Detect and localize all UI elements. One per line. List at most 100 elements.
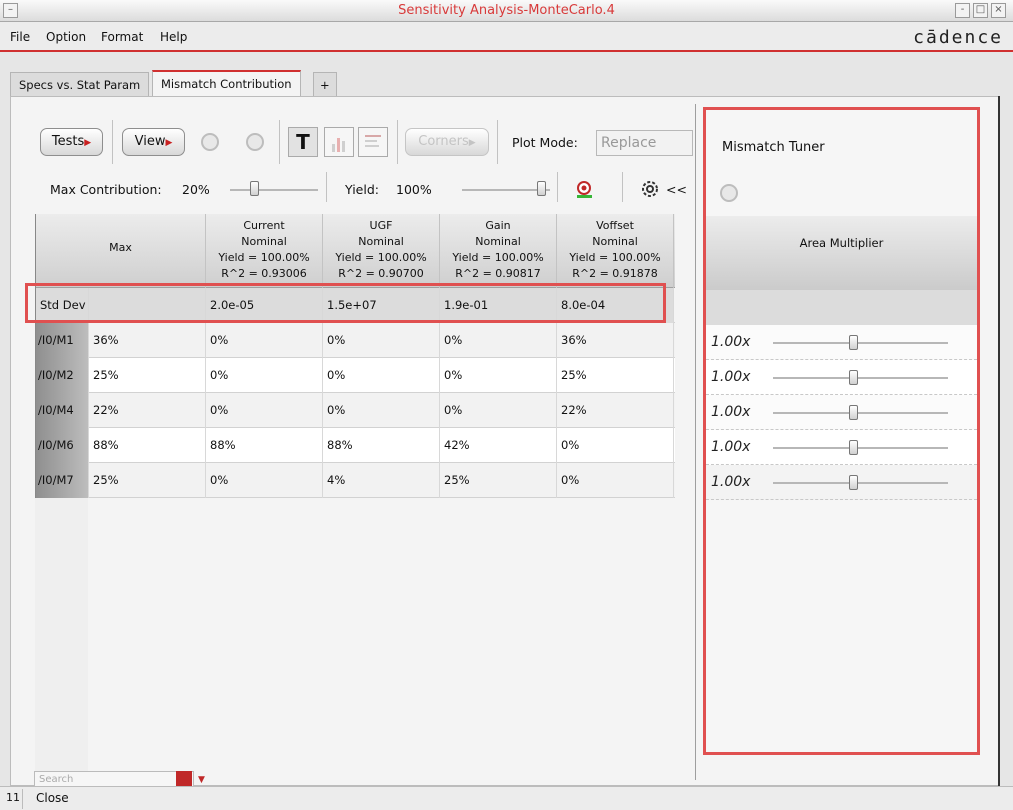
col-header-line: Current bbox=[243, 219, 285, 232]
view-button[interactable]: View▶ bbox=[122, 128, 185, 156]
col-header-ugf[interactable]: UGF Nominal Yield = 100.00% R^2 = 0.9070… bbox=[323, 214, 440, 288]
col-header-line: Yield = 100.00% bbox=[218, 251, 310, 264]
table-row[interactable]: /I0/M2 25% 0% 0% 0% 25% bbox=[36, 358, 675, 393]
window-title: Sensitivity Analysis-MonteCarlo.4 bbox=[398, 3, 615, 18]
tab-specs-vs-stat-param[interactable]: Specs vs. Stat Param bbox=[10, 72, 150, 96]
col-header-max[interactable]: Max bbox=[36, 214, 206, 288]
area-multiplier-slider[interactable] bbox=[773, 377, 948, 379]
col-header-line: Yield = 100.00% bbox=[335, 251, 427, 264]
menu-file[interactable]: File bbox=[10, 30, 30, 44]
tuner-row: 1.00x bbox=[706, 360, 977, 395]
tests-button[interactable]: Tests▶ bbox=[40, 128, 103, 156]
col-header-line: R^2 = 0.90700 bbox=[338, 267, 424, 280]
corners-button[interactable]: Corners▶ bbox=[405, 128, 489, 156]
minimize-icon[interactable]: - bbox=[955, 3, 970, 18]
bar-chart-view-toggle[interactable] bbox=[324, 127, 354, 157]
table-row[interactable]: /I0/M4 22% 0% 0% 0% 22% bbox=[36, 393, 675, 428]
cadence-logo: cādence bbox=[913, 27, 1003, 48]
add-tab-button[interactable]: + bbox=[313, 72, 337, 96]
area-multiplier-slider-thumb[interactable] bbox=[849, 370, 858, 385]
area-multiplier-header: Area Multiplier bbox=[706, 216, 977, 290]
table-row[interactable]: /I0/M1 36% 0% 0% 0% 36% bbox=[36, 323, 675, 358]
table-cell: 88% bbox=[206, 428, 323, 463]
area-multiplier-value: 1.00x bbox=[711, 404, 751, 420]
col-header-line: Nominal bbox=[358, 235, 404, 248]
menu-bar: File Option Format Help cādence bbox=[0, 22, 1013, 52]
col-header-line: Nominal bbox=[592, 235, 638, 248]
separator bbox=[497, 120, 498, 164]
table-cell: 0% bbox=[440, 358, 557, 393]
col-header-current[interactable]: Current Nominal Yield = 100.00% R^2 = 0.… bbox=[206, 214, 323, 288]
table-view-toggle[interactable] bbox=[358, 127, 388, 157]
table-cell: 0% bbox=[206, 393, 323, 428]
table-cell: 22% bbox=[89, 393, 206, 428]
separator bbox=[622, 172, 623, 202]
mismatch-tuner-title: Mismatch Tuner bbox=[722, 140, 825, 155]
view-label: View bbox=[134, 134, 166, 149]
max-contribution-slider[interactable] bbox=[230, 189, 318, 191]
dropdown-arrow-icon[interactable]: ▼ bbox=[198, 775, 205, 785]
reset-icon[interactable] bbox=[720, 184, 738, 202]
area-multiplier-slider-thumb[interactable] bbox=[849, 475, 858, 490]
tuner-row: 1.00x bbox=[706, 395, 977, 430]
table-cell: 36% bbox=[89, 323, 206, 358]
collapse-panel-button[interactable]: << bbox=[666, 182, 687, 197]
area-multiplier-slider[interactable] bbox=[773, 342, 948, 344]
col-header-line: Voffset bbox=[596, 219, 634, 232]
col-header-line: UGF bbox=[369, 219, 393, 232]
maximize-icon[interactable]: □ bbox=[973, 3, 988, 18]
area-multiplier-slider[interactable] bbox=[773, 447, 948, 449]
separator bbox=[557, 172, 558, 202]
search-options-icon[interactable] bbox=[176, 771, 192, 786]
table-cell: 42% bbox=[440, 428, 557, 463]
table-row[interactable]: /I0/M7 25% 0% 4% 25% 0% bbox=[36, 463, 675, 498]
table-cell: 0% bbox=[440, 393, 557, 428]
separator bbox=[326, 172, 327, 202]
area-multiplier-value: 1.00x bbox=[711, 334, 751, 350]
col-header-voffset[interactable]: Voffset Nominal Yield = 100.00% R^2 = 0.… bbox=[557, 214, 674, 288]
plot-mode-select[interactable]: Replace bbox=[596, 130, 693, 156]
close-window-icon[interactable]: × bbox=[991, 3, 1006, 18]
area-multiplier-value: 1.00x bbox=[711, 439, 751, 455]
tab-mismatch-contribution[interactable]: Mismatch Contribution bbox=[152, 70, 301, 97]
menu-format[interactable]: Format bbox=[101, 30, 143, 44]
bar-chart-icon bbox=[332, 138, 345, 152]
panel-splitter[interactable] bbox=[695, 104, 696, 780]
table-cell: 25% bbox=[557, 358, 674, 393]
forward-icon[interactable] bbox=[246, 133, 264, 151]
area-multiplier-slider-thumb[interactable] bbox=[849, 405, 858, 420]
table-cell: 22% bbox=[557, 393, 674, 428]
table-cell: 0% bbox=[206, 463, 323, 498]
max-contribution-slider-thumb[interactable] bbox=[250, 181, 259, 196]
yield-value: 100% bbox=[396, 182, 432, 197]
status-bar: 11 Close bbox=[0, 786, 1013, 810]
col-header-line: Gain bbox=[485, 219, 511, 232]
target-icon[interactable] bbox=[575, 179, 597, 201]
text-view-toggle[interactable]: T bbox=[288, 127, 318, 157]
close-button[interactable]: Close bbox=[36, 791, 69, 805]
area-multiplier-slider[interactable] bbox=[773, 412, 948, 414]
back-icon[interactable] bbox=[201, 133, 219, 151]
menu-help[interactable]: Help bbox=[160, 30, 187, 44]
yield-slider-thumb[interactable] bbox=[537, 181, 546, 196]
col-header-gain[interactable]: Gain Nominal Yield = 100.00% R^2 = 0.908… bbox=[440, 214, 557, 288]
menu-arrow-icon: ▶ bbox=[468, 138, 476, 148]
area-multiplier-slider[interactable] bbox=[773, 482, 948, 484]
row-header: /I0/M2 bbox=[36, 358, 89, 393]
table-row[interactable]: /I0/M6 88% 88% 88% 42% 0% bbox=[36, 428, 675, 463]
list-icon bbox=[365, 135, 381, 147]
area-multiplier-value: 1.00x bbox=[711, 369, 751, 385]
corners-label: Corners bbox=[418, 134, 469, 149]
col-header-line: R^2 = 0.91878 bbox=[572, 267, 658, 280]
area-multiplier-slider-thumb[interactable] bbox=[849, 440, 858, 455]
row-header: /I0/M4 bbox=[36, 393, 89, 428]
col-header-line: Max bbox=[109, 241, 132, 254]
area-multiplier-slider-thumb[interactable] bbox=[849, 335, 858, 350]
table-cell: 0% bbox=[557, 463, 674, 498]
highlight-box-std-dev bbox=[25, 283, 666, 323]
status-line-number: 11 bbox=[6, 791, 20, 804]
menu-option[interactable]: Option bbox=[46, 30, 86, 44]
gear-icon[interactable] bbox=[640, 179, 660, 199]
col-header-line: Nominal bbox=[475, 235, 521, 248]
col-header-line: Nominal bbox=[241, 235, 287, 248]
